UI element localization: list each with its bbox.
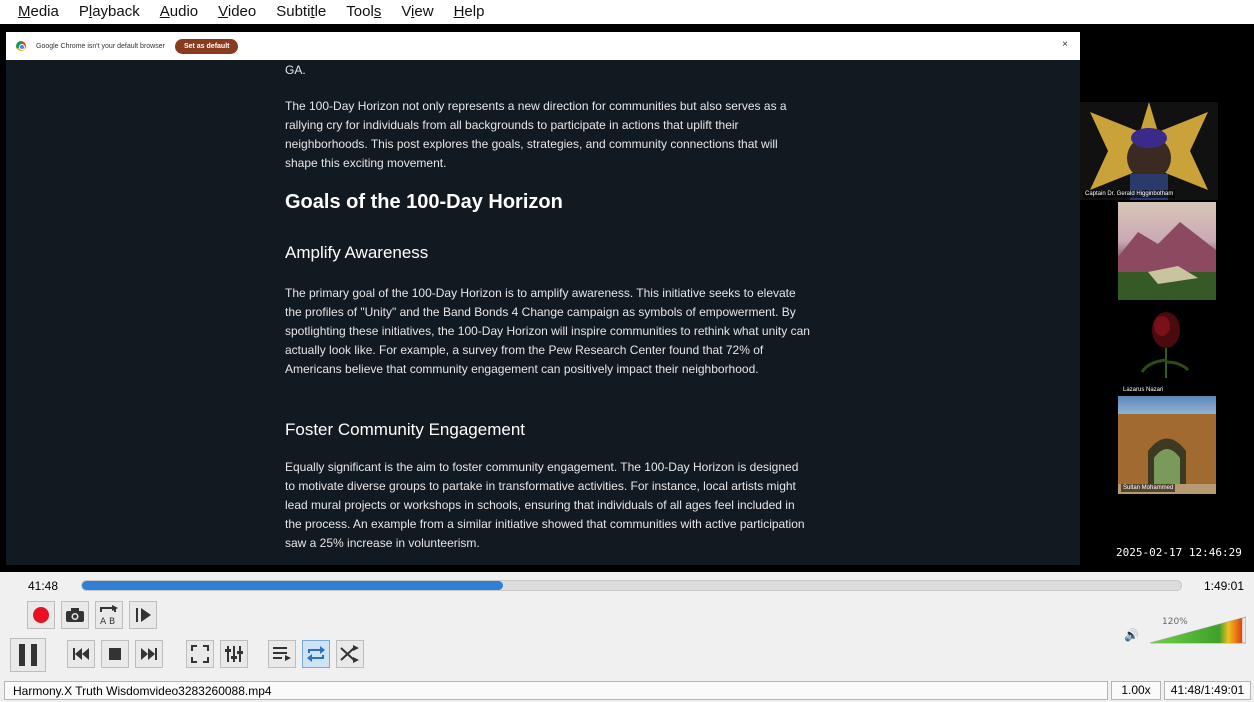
- loop-button[interactable]: [302, 640, 330, 668]
- volume-percent: 120%: [1162, 617, 1188, 627]
- fort-archway-image: [1118, 414, 1216, 494]
- stop-icon: [109, 648, 121, 660]
- participant-name-host: Captain Dr. Gerald Higginbotham: [1083, 190, 1176, 198]
- heading-goals: Goals of the 100-Day Horizon: [285, 191, 563, 213]
- shuffle-button[interactable]: [336, 640, 364, 668]
- participants-panel: Captain Dr. Gerald Higginbotham Lazarus …: [1080, 24, 1254, 572]
- skip-next-icon: [141, 648, 157, 660]
- playback-speed[interactable]: 1.00x: [1111, 681, 1161, 700]
- menu-item-playback[interactable]: Playback: [69, 0, 150, 24]
- participant-name-fort: Sultan Mohammed: [1121, 484, 1176, 492]
- playlist-button[interactable]: [268, 640, 296, 668]
- mountain-painting-image: [1118, 222, 1216, 300]
- menu-item-video[interactable]: Video: [208, 0, 266, 24]
- next-button[interactable]: [135, 640, 163, 668]
- playlist-icon: [273, 647, 291, 661]
- chrome-icon: [16, 41, 26, 51]
- total-time: 1:49:01: [1203, 579, 1244, 593]
- record-button[interactable]: [27, 601, 55, 629]
- svg-text:A B: A B: [100, 617, 115, 625]
- stop-button[interactable]: [101, 640, 129, 668]
- menu-item-help[interactable]: Help: [444, 0, 495, 24]
- video-surface[interactable]: Google Chrome isn't your default browser…: [0, 24, 1254, 572]
- infobar-message: Google Chrome isn't your default browser: [36, 42, 165, 50]
- paragraph-ga: GA.: [285, 63, 306, 77]
- status-time[interactable]: 41:48/1:49:01: [1164, 681, 1251, 700]
- paragraph-amplify: The primary goal of the 100-Day Horizon …: [285, 286, 810, 376]
- fullscreen-button[interactable]: [186, 640, 214, 668]
- speaker-icon[interactable]: 🔊: [1124, 628, 1139, 642]
- video-timestamp: 2025-02-17 12:46:29: [1116, 546, 1242, 559]
- unity-logo-background-image: [1080, 102, 1218, 200]
- close-icon[interactable]: ×: [1062, 39, 1068, 50]
- seek-slider[interactable]: [81, 580, 1182, 591]
- skip-previous-icon: [73, 648, 89, 660]
- participant-tile-fort: Sultan Mohammed: [1118, 396, 1216, 494]
- set-as-default-button[interactable]: Set as default: [174, 38, 239, 54]
- menu-bar: Media Playback Audio Video Subtitle Tools View…: [0, 0, 1254, 24]
- menu-item-audio[interactable]: Audio: [150, 0, 208, 24]
- elapsed-time: 41:48: [28, 579, 59, 593]
- extended-settings-button[interactable]: [220, 640, 248, 668]
- snapshot-button[interactable]: [61, 601, 89, 629]
- participant-name-rose: Lazarus Nazari: [1121, 386, 1166, 394]
- menu-item-view[interactable]: View: [391, 0, 443, 24]
- participant-tile-rose: Lazarus Nazari: [1118, 300, 1216, 396]
- record-icon: [33, 607, 49, 623]
- chrome-default-browser-infobar: Google Chrome isn't your default browser…: [6, 32, 1080, 60]
- fullscreen-icon: [191, 645, 209, 663]
- shuffle-icon: [340, 645, 359, 663]
- pause-button[interactable]: [10, 638, 46, 672]
- equalizer-icon: [225, 646, 243, 662]
- status-bar: Harmony.X Truth Wisdomvideo3283260088.mp…: [0, 678, 1254, 702]
- participant-tile-mountain: [1118, 202, 1216, 300]
- menu-item-tools[interactable]: Tools: [336, 0, 391, 24]
- seek-progress: [82, 581, 503, 590]
- repeat-icon: [307, 646, 325, 662]
- black-rose-image: [1140, 312, 1190, 378]
- previous-button[interactable]: [67, 640, 95, 668]
- pause-icon: [19, 644, 37, 666]
- frame-step-icon: [136, 608, 151, 622]
- ab-loop-button[interactable]: A B: [95, 601, 123, 629]
- status-filename: Harmony.X Truth Wisdomvideo3283260088.mp…: [4, 681, 1108, 700]
- menu-item-subtitle[interactable]: Subtitle: [266, 0, 336, 24]
- menu-item-media[interactable]: Media: [8, 0, 69, 24]
- heading-foster-engagement: Foster Community Engagement: [285, 420, 525, 439]
- camera-icon: [66, 608, 84, 622]
- paragraph-intro: The 100-Day Horizon not only represents …: [285, 99, 787, 170]
- paragraph-foster: Equally significant is the aim to foster…: [285, 460, 805, 550]
- participant-tile-host: Captain Dr. Gerald Higginbotham: [1080, 102, 1218, 200]
- heading-amplify-awareness: Amplify Awareness: [285, 243, 429, 262]
- ab-loop-icon: A B: [100, 605, 118, 625]
- frame-by-frame-button[interactable]: [129, 601, 157, 629]
- shared-browser-page: Google Chrome isn't your default browser…: [6, 32, 1080, 565]
